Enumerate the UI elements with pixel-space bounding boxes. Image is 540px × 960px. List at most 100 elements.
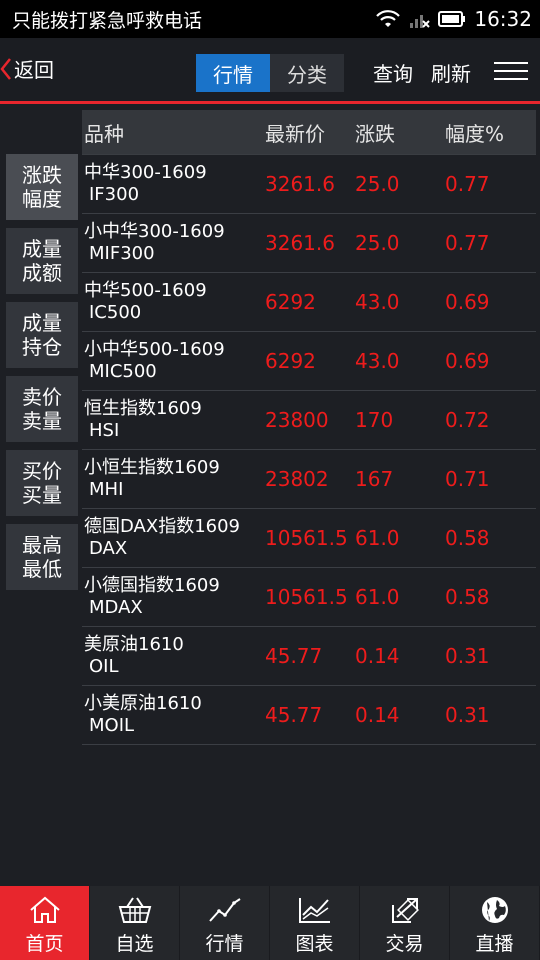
tabbar-home[interactable]: 首页 xyxy=(0,886,90,960)
change-pct: 0.69 xyxy=(445,349,490,373)
sidebar-high-low[interactable]: 最高 最低 xyxy=(6,524,78,590)
last-price: 6292 xyxy=(265,349,316,373)
sidebar-label: 持仓 xyxy=(22,335,62,359)
change-pct: 0.77 xyxy=(445,231,490,255)
chart-icon xyxy=(298,898,330,923)
last-price: 45.77 xyxy=(265,644,323,668)
tabbar-label: 直播 xyxy=(475,933,514,955)
tabbar-trade[interactable]: 交易 xyxy=(360,886,450,960)
last-price: 45.77 xyxy=(265,703,323,727)
bottom-tab-bar: 首页 自选 行情 图表 交易 直播 xyxy=(0,886,540,960)
segment-tabs: 行情 分类 xyxy=(196,54,344,92)
sidebar-label: 成额 xyxy=(22,261,62,285)
instrument-name: 恒生指数1609 xyxy=(84,398,202,419)
tabbar-watchlist[interactable]: 自选 xyxy=(90,886,180,960)
table-row[interactable]: 小美原油1610 MOIL 45.77 0.14 0.31 xyxy=(82,686,536,745)
header-change[interactable]: 涨跌 xyxy=(355,118,445,147)
instrument-cell: 小德国指数1609 MDAX xyxy=(82,575,265,619)
last-price: 6292 xyxy=(265,290,316,314)
home-icon xyxy=(29,896,60,923)
sidebar-ask[interactable]: 卖价 卖量 xyxy=(6,376,78,442)
accent-divider xyxy=(0,101,540,104)
sidebar-label: 最低 xyxy=(22,557,62,581)
instrument-code: IF300 xyxy=(89,184,140,205)
price-change: 0.14 xyxy=(355,703,400,727)
signal-icon xyxy=(408,9,431,29)
instrument-name: 小中华500-1609 xyxy=(84,339,225,360)
last-price: 3261.6 xyxy=(265,231,335,255)
table-row[interactable]: 中华500-1609 IC500 6292 43.0 0.69 xyxy=(82,273,536,332)
instrument-cell: 小中华500-1609 MIC500 xyxy=(82,339,265,383)
price-change: 25.0 xyxy=(355,231,400,255)
change-pct: 0.69 xyxy=(445,290,490,314)
price-change: 167 xyxy=(355,467,394,491)
tabbar-live[interactable]: 直播 xyxy=(450,886,540,960)
tab-quotes[interactable]: 行情 xyxy=(196,54,270,92)
sidebar-change-pct[interactable]: 涨跌 幅度 xyxy=(6,154,78,220)
price-change: 43.0 xyxy=(355,349,400,373)
refresh-button[interactable]: 刷新 xyxy=(431,58,471,87)
instrument-code: MHI xyxy=(89,479,124,500)
price-change: 61.0 xyxy=(355,526,400,550)
instrument-cell: 小中华300-1609 MIF300 xyxy=(82,221,265,265)
change-pct: 0.72 xyxy=(445,408,490,432)
instrument-code: OIL xyxy=(89,656,119,677)
trade-icon xyxy=(391,898,419,923)
change-pct: 0.58 xyxy=(445,585,490,609)
instrument-cell: 小美原油1610 MOIL xyxy=(82,693,265,737)
last-price: 10561.5 xyxy=(265,585,348,609)
trend-line-icon xyxy=(208,898,241,922)
table-row[interactable]: 小德国指数1609 MDAX 10561.5 61.0 0.58 xyxy=(82,568,536,627)
instrument-name: 小美原油1610 xyxy=(84,693,202,714)
header-name[interactable]: 品种 xyxy=(82,118,265,147)
instrument-name: 中华300-1609 xyxy=(84,162,207,183)
tabbar-label: 行情 xyxy=(205,933,244,955)
change-pct: 0.31 xyxy=(445,644,490,668)
change-pct: 0.31 xyxy=(445,703,490,727)
price-change: 61.0 xyxy=(355,585,400,609)
instrument-code: MOIL xyxy=(89,715,135,736)
instrument-code: HSI xyxy=(89,420,120,441)
sidebar-volume-openinterest[interactable]: 成量 持仓 xyxy=(6,302,78,368)
price-change: 25.0 xyxy=(355,172,400,196)
table-row[interactable]: 恒生指数1609 HSI 23800 170 0.72 xyxy=(82,391,536,450)
instrument-name: 小恒生指数1609 xyxy=(84,457,220,478)
navigation-bar: 返回 行情 分类 查询 刷新 xyxy=(0,38,540,104)
sidebar-label: 最高 xyxy=(22,533,62,557)
sort-sidebar: 涨跌 幅度 成量 成额 成量 持仓 卖价 卖量 买价 买量 最高 最低 xyxy=(6,154,78,598)
tabbar-quotes[interactable]: 行情 xyxy=(180,886,270,960)
instrument-cell: 中华500-1609 IC500 xyxy=(82,280,265,324)
basket-icon xyxy=(118,897,151,923)
tab-category[interactable]: 分类 xyxy=(270,54,344,92)
tabbar-label: 交易 xyxy=(385,933,424,955)
clock: 16:32 xyxy=(474,7,532,31)
sidebar-bid[interactable]: 买价 买量 xyxy=(6,450,78,516)
header-price[interactable]: 最新价 xyxy=(265,118,355,147)
tabbar-label: 图表 xyxy=(295,933,334,955)
tabbar-charts[interactable]: 图表 xyxy=(270,886,360,960)
instrument-cell: 小恒生指数1609 MHI xyxy=(82,457,265,501)
header-pct[interactable]: 幅度% xyxy=(445,118,536,147)
query-button[interactable]: 查询 xyxy=(373,58,413,87)
price-change: 43.0 xyxy=(355,290,400,314)
sidebar-label: 幅度 xyxy=(22,187,62,211)
table-row[interactable]: 小恒生指数1609 MHI 23802 167 0.71 xyxy=(82,450,536,509)
sidebar-label: 卖价 xyxy=(22,385,62,409)
change-pct: 0.58 xyxy=(445,526,490,550)
menu-icon[interactable] xyxy=(494,56,528,86)
table-row[interactable]: 小中华500-1609 MIC500 6292 43.0 0.69 xyxy=(82,332,536,391)
instrument-name: 小中华300-1609 xyxy=(84,221,225,242)
table-row[interactable]: 美原油1610 OIL 45.77 0.14 0.31 xyxy=(82,627,536,686)
sidebar-volume-turnover[interactable]: 成量 成额 xyxy=(6,228,78,294)
instrument-code: DAX xyxy=(89,538,128,559)
status-icons: 16:32 xyxy=(376,7,532,31)
table-row[interactable]: 小中华300-1609 MIF300 3261.6 25.0 0.77 xyxy=(82,214,536,273)
back-button[interactable]: 返回 xyxy=(0,54,54,83)
table-row[interactable]: 中华300-1609 IF300 3261.6 25.0 0.77 xyxy=(82,155,536,214)
last-price: 23802 xyxy=(265,467,329,491)
table-row[interactable]: 德国DAX指数1609 DAX 10561.5 61.0 0.58 xyxy=(82,509,536,568)
instrument-name: 德国DAX指数1609 xyxy=(84,516,240,537)
tabbar-label: 自选 xyxy=(115,933,154,955)
quote-table: 品种 最新价 涨跌 幅度% 中华300-1609 IF300 3261.6 25… xyxy=(82,110,536,745)
instrument-code: MDAX xyxy=(89,597,143,618)
